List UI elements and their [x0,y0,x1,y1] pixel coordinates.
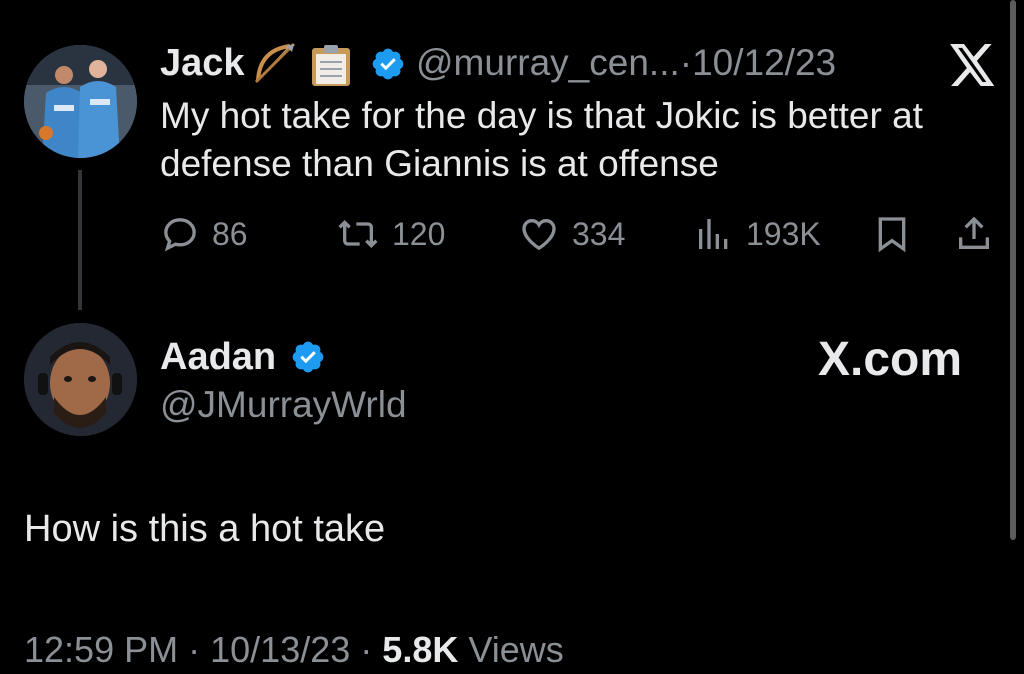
separator: · [360,629,373,670]
reply-views-label: Views [468,629,564,670]
reply-author-name[interactable]: Aadan [160,338,276,376]
like-icon [522,218,556,251]
bookmark-icon [878,217,906,253]
thread-connector-line [78,170,82,310]
reply-tweet-text: How is this a hot take [24,508,386,550]
scrollbar[interactable] [1010,0,1016,540]
parent-avatar[interactable] [24,45,137,158]
retweet-count: 120 [392,215,446,252]
parent-tweet-text: My hot take for the day is that Jokic is… [160,95,923,184]
views-count: 193K [746,215,821,252]
tweet-screenshot: Jack @murray_cen...·10/12/23 My hot take… [0,0,1024,674]
handle-text: @murray_cen... [416,42,680,83]
verified-badge-icon [370,46,406,87]
like-count: 334 [572,215,626,252]
xcom-text: X.com [818,333,963,386]
separator: · [679,42,693,83]
avatar-image [24,323,137,436]
reply-count: 86 [212,215,248,252]
reply-button[interactable]: 86 [160,212,248,256]
parent-author-name[interactable]: Jack [160,44,245,82]
separator: · [188,629,201,670]
x-logo-icon [950,44,996,93]
reply-date[interactable]: 10/13/23 [210,629,350,670]
reply-icon [164,218,196,252]
retweet-button[interactable]: 120 [336,212,445,256]
parent-handle[interactable]: @murray_cen...·10/12/23 [416,44,836,81]
bow-and-clipboard-icon [254,42,350,86]
parent-date[interactable]: 10/12/23 [692,42,836,83]
reply-time[interactable]: 12:59 PM [24,629,178,670]
reply-handle[interactable]: @JMurrayWrld [160,386,407,423]
bookmark-button[interactable] [872,212,912,256]
like-button[interactable]: 334 [518,212,625,256]
avatar-image [24,45,137,158]
xcom-watermark: X.com [818,336,962,384]
retweet-icon [338,219,378,249]
views-icon [699,219,728,249]
reply-avatar[interactable] [24,323,137,436]
reply-meta: 12:59 PM · 10/13/23 · 5.8K Views [24,632,564,668]
name-emojis [250,40,360,95]
share-icon [959,216,989,249]
share-button[interactable] [954,212,994,256]
verified-badge-icon [290,339,326,380]
views-button[interactable]: 193K [694,212,821,256]
reply-views-count: 5.8K [382,629,459,670]
parent-action-bar: 86 120 334 193K [160,212,1000,256]
